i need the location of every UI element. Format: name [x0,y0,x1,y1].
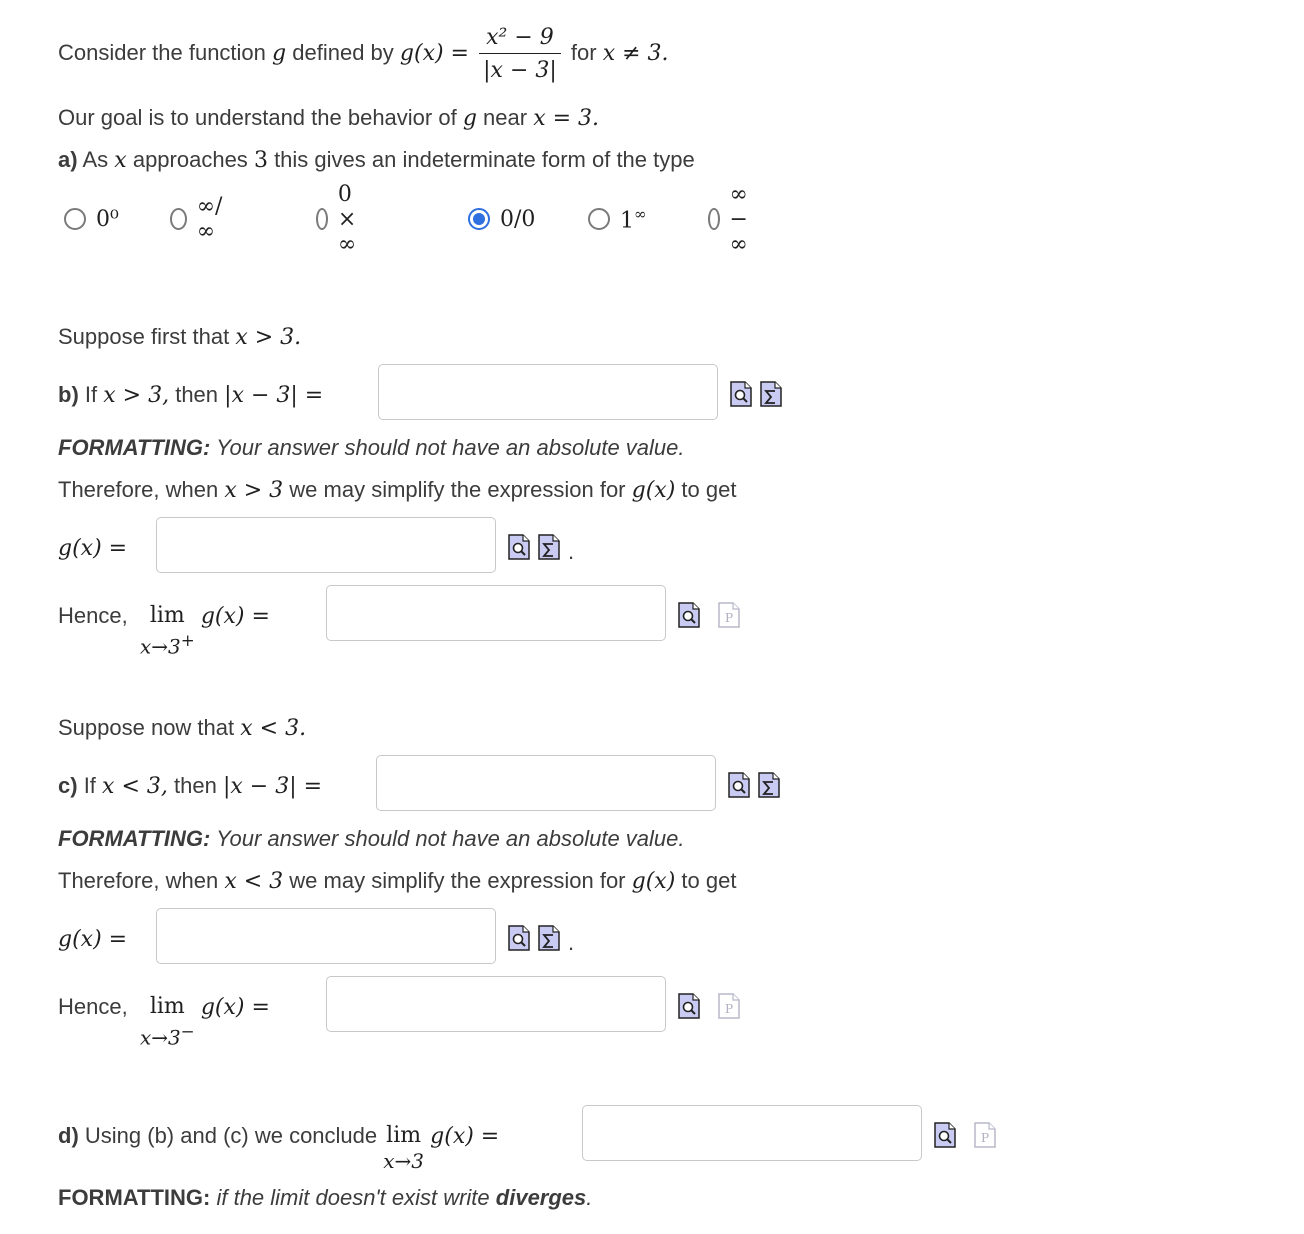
option-inf-minus-inf[interactable]: ∞ − ∞ [708,182,758,257]
part-b-gx-label: g(x) = [58,536,128,561]
intro-line: Consider the function g defined by g(x) … [58,24,669,84]
equation-editor-icon[interactable] [758,772,780,798]
function-fraction: x² − 9 |x − 3| [479,25,561,84]
svg-text:P: P [725,1002,733,1016]
left-limit-notation: lim x→3− [139,994,195,1050]
part-d-question: d) Using (b) and (c) we conclude lim x→3… [58,1123,500,1173]
option-one-to-inf[interactable]: 1∞ [588,201,647,237]
preview-icon[interactable] [730,381,752,407]
radio-button-selected[interactable] [468,208,490,230]
equation-editor-icon[interactable] [538,925,560,951]
option-inf-over-inf[interactable]: ∞/∞ [170,194,228,244]
part-b-gx-answer-input[interactable] [156,517,496,573]
text-mode-icon[interactable]: P [718,602,740,628]
part-c-formatting-note: FORMATTING: Your answer should not have … [58,826,685,851]
part-c-limit-answer-input[interactable] [326,976,666,1032]
radio-button[interactable] [588,208,610,230]
radio-button[interactable] [170,208,187,230]
part-b-limit-line: Hence, lim x→3+ g(x) = [58,603,270,659]
option-zero-times-inf[interactable]: 0 × ∞ [316,182,366,257]
text-mode-icon[interactable]: P [974,1122,996,1148]
part-c-gx-label: g(x) = [58,927,128,952]
radio-button[interactable] [316,208,328,230]
section-b-intro: Suppose first that x > 3. [58,324,302,350]
preview-icon[interactable] [678,993,700,1019]
svg-text:P: P [725,611,733,625]
period: . [568,930,575,955]
option-zero-to-zero[interactable]: 0⁰ [64,201,119,237]
right-limit-notation: lim x→3+ [139,603,195,659]
part-d-formatting-note: FORMATTING: if the limit doesn't exist w… [58,1185,593,1210]
svg-text:P: P [981,1131,989,1145]
period: . [568,539,575,564]
equation-editor-icon[interactable] [538,534,560,560]
goal-line: Our goal is to understand the behavior o… [58,105,600,131]
option-zero-over-zero[interactable]: 0/0 [468,201,535,237]
part-b-formatting-note: FORMATTING: Your answer should not have … [58,435,685,460]
part-b-limit-answer-input[interactable] [326,585,666,641]
section-c-intro: Suppose now that x < 3. [58,715,307,741]
limit-subscript: x→3+ [139,631,195,659]
preview-icon[interactable] [934,1122,956,1148]
part-c-therefore: Therefore, when x < 3 we may simplify th… [58,868,737,894]
radio-button[interactable] [708,208,720,230]
intro-text: Consider the function [58,40,266,65]
part-c-gx-answer-input[interactable] [156,908,496,964]
radio-button[interactable] [64,208,86,230]
option-one-to-inf-label: 1∞ [620,204,647,234]
part-b-abs-answer-input[interactable] [378,364,718,420]
part-b-therefore: Therefore, when x > 3 we may simplify th… [58,477,737,503]
part-c-limit-line: Hence, lim x→3− g(x) = [58,994,270,1050]
part-c-abs-answer-input[interactable] [376,755,716,811]
part-d-limit-answer-input[interactable] [582,1105,922,1161]
preview-icon[interactable] [508,534,530,560]
part-b-question: b) If x > 3, then |x − 3| = [58,382,324,408]
text-mode-icon[interactable]: P [718,993,740,1019]
limit-subscript: x→3− [139,1022,195,1050]
part-c-question: c) If x < 3, then |x − 3| = [58,773,323,799]
preview-icon[interactable] [508,925,530,951]
function-label: g(x) = [399,41,469,66]
part-a-question: a) As x approaches 3 this gives an indet… [58,147,695,173]
preview-icon[interactable] [728,772,750,798]
preview-icon[interactable] [678,602,700,628]
equation-editor-icon[interactable] [760,381,782,407]
two-sided-limit-notation: lim x→3 [383,1123,425,1173]
